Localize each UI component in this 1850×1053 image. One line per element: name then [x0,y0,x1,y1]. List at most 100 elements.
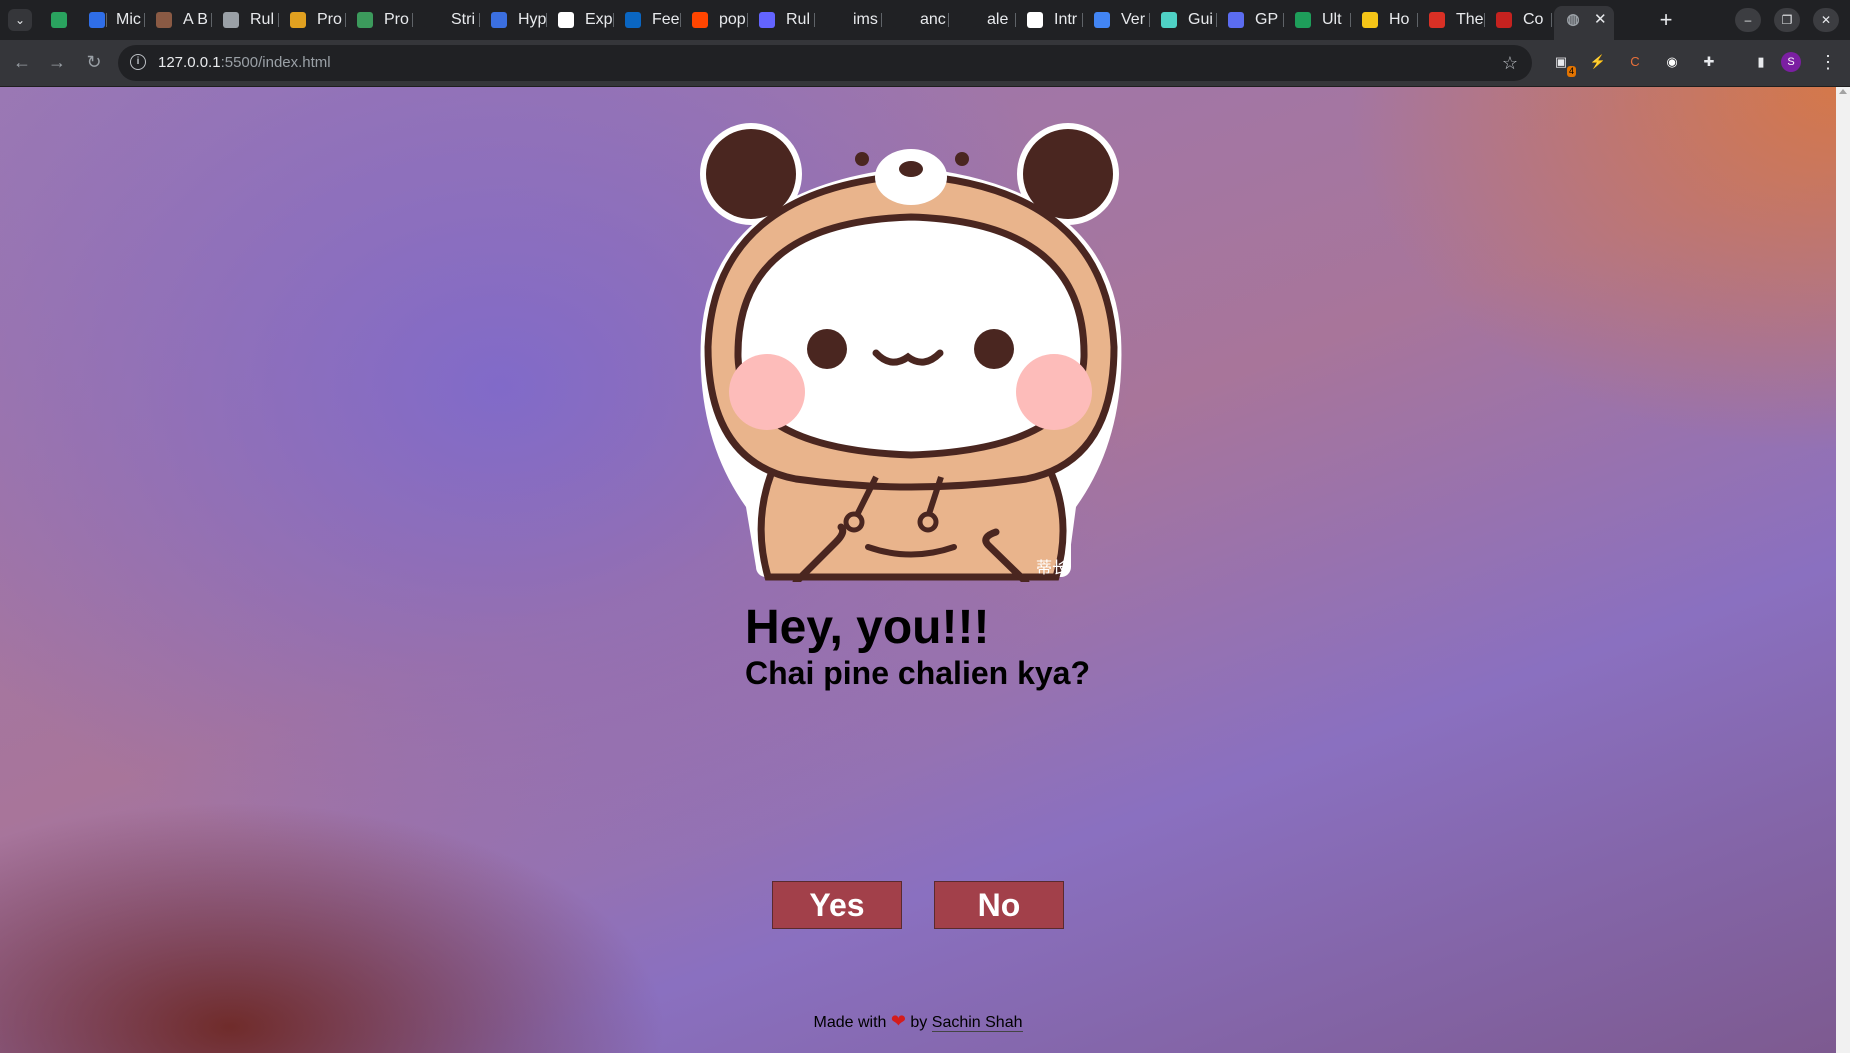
globe-icon: ◍ [1566,11,1580,28]
browser-tab[interactable]: Exp [547,6,614,34]
power-automate-icon [89,12,105,28]
extension-badge: 4 [1566,66,1576,77]
greeting: Hey, you!!! Chai pine chalien kya? [745,602,1090,692]
tab-separator [1551,13,1552,27]
browser-tab[interactable]: Fee [614,6,681,34]
tab-title: Hyp [518,11,547,28]
browser-tab[interactable]: pop [681,6,748,34]
sidepanel-icon[interactable]: ▮ [1750,51,1772,73]
browser-toolbar: ← → ↻ i 127.0.0.1:5500/index.html ☆ ▣ 4 ⚡ C… [0,40,1850,87]
site-info-icon[interactable]: i [130,54,146,70]
github-icon [893,12,909,28]
browser-tab[interactable]: Gui [1150,6,1217,34]
active-browser-tab[interactable]: ◍ ✕ [1554,6,1614,40]
ih-icon [558,12,574,28]
tab-title: anc [920,11,946,28]
no-button[interactable]: No [934,881,1064,929]
profile-avatar[interactable]: S [1781,52,1801,72]
tab-title: Intr [1054,11,1078,28]
url-text[interactable]: 127.0.0.1:5500/index.html [158,45,331,81]
footer: Made with ❤ by Sachin Shah [0,1011,1836,1032]
browser-tab[interactable]: Intr [1016,6,1083,34]
footer-by: by [910,1014,928,1031]
tab-title: Stri [451,11,475,28]
footer-prefix: Made with [813,1014,887,1031]
reload-button[interactable]: ↻ [80,48,108,76]
browser-tab[interactable]: anc [882,6,949,34]
browser-tab[interactable]: A B [145,6,212,34]
tab-title: Ho [1389,11,1410,28]
avatar-icon [156,12,172,28]
browser-tab[interactable]: The [1418,6,1485,34]
bear-watermark: 蒂长 [1036,558,1068,577]
tab-close-icon[interactable]: ✕ [1594,6,1607,34]
browser-tab[interactable]: ale [949,6,1016,34]
tab-title: Rul [786,11,811,28]
browser-tab[interactable]: Pro [346,6,413,34]
multicolor-grid-icon [51,12,67,28]
page-subtitle: Chai pine chalien kya? [745,655,1090,691]
tab-title: Mic [116,11,141,28]
browser-tab[interactable]: Stri [413,6,480,34]
yes-button[interactable]: Yes [772,881,902,929]
scroll-up-icon[interactable] [1839,89,1847,94]
tab-search-dropdown[interactable]: ⌄ [8,9,32,31]
openai-icon [223,12,239,28]
red-square-icon [1496,12,1512,28]
github-icon [826,12,842,28]
browser-tab[interactable]: Pro [279,6,346,34]
pacman-icon [1362,12,1378,28]
restore-button[interactable]: ❐ [1774,8,1800,32]
c-extension-icon[interactable]: C [1624,51,1646,73]
minimize-button[interactable]: – [1735,8,1761,32]
browser-tab[interactable]: GP [1217,6,1284,34]
tab-title: Exp [585,11,613,28]
browser-tab[interactable]: Rul [212,6,279,34]
browser-tab[interactable]: Ult [1284,6,1351,34]
owl-extension-icon[interactable]: ◉ [1661,51,1683,73]
browser-tab[interactable]: Mic [78,6,145,34]
new-tab-button[interactable]: + [1652,6,1680,34]
browser-tab[interactable]: Hyp [480,6,547,34]
tab-title: ims [853,11,878,28]
address-bar[interactable]: i 127.0.0.1:5500/index.html ☆ [118,45,1532,81]
ladder-icon [290,12,306,28]
arrow-icon [491,12,507,28]
tab-title: Rul [250,11,275,28]
tab-title: Ver [1121,11,1146,28]
menu-kebab-icon[interactable]: ⋮ [1814,48,1842,76]
heart-icon: ❤ [890,1011,906,1031]
back-button[interactable]: ← [8,48,36,76]
page-title: Hey, you!!! [745,601,990,654]
author-link[interactable]: Sachin Shah [931,1014,1023,1032]
ai-icon [1228,12,1244,28]
bookmark-star-icon[interactable]: ☆ [1502,45,1518,81]
linkedin-icon [625,12,641,28]
browser-tab[interactable]: Ver [1083,6,1150,34]
browser-tab[interactable]: ims [815,6,882,34]
x-icon [424,12,440,28]
plus-icon [1295,12,1311,28]
tab-title: Co [1523,11,1544,28]
cloud-icon [1094,12,1110,28]
tab-title: ale [987,11,1009,28]
tab-title: GP [1255,11,1279,28]
browser-tab[interactable]: Ho [1351,6,1418,34]
puzzle-extensions-icon[interactable]: ✚ [1698,51,1720,73]
bolt-extension-icon[interactable]: ⚡ [1587,51,1609,73]
extension-badge-icon[interactable]: ▣ 4 [1550,51,1576,77]
shield-icon [1161,12,1177,28]
page-scrollbar[interactable] [1836,87,1850,1053]
tab-title: A B [183,11,208,28]
tab-title: Fee [652,11,680,28]
window-close-button[interactable]: ✕ [1813,8,1839,32]
google-icon [1027,12,1043,28]
tab-title: pop [719,11,746,28]
tab-title: Pro [317,11,342,28]
browser-tab[interactable]: Co [1485,6,1552,34]
browser-tab[interactable]: Rul [748,6,815,34]
forward-button[interactable]: → [43,48,71,76]
url-path: :5500/index.html [220,54,331,71]
figure-icon [1429,12,1445,28]
tab-title: The [1456,11,1484,28]
